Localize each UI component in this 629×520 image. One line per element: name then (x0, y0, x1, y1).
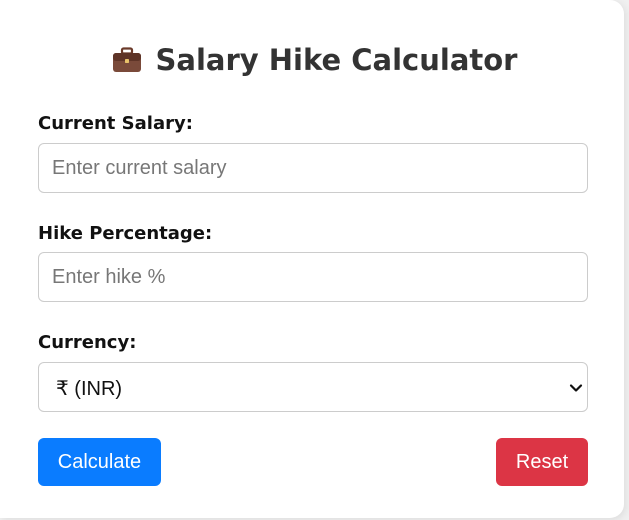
currency-label: Currency: (38, 332, 137, 353)
briefcase-icon (112, 47, 141, 72)
current-salary-input[interactable] (38, 143, 588, 193)
page-title-text: Salary Hike Calculator (155, 43, 518, 77)
chevron-down-icon (569, 384, 583, 392)
calculate-button[interactable]: Calculate (38, 438, 161, 486)
hike-percentage-input[interactable] (38, 252, 588, 302)
hike-percentage-label: Hike Percentage: (38, 223, 213, 244)
currency-selected-value: ₹ (INR) (56, 378, 123, 400)
calculator-card: Salary Hike Calculator Current Salary: H… (0, 0, 624, 518)
current-salary-label: Current Salary: (38, 113, 193, 134)
page-title: Salary Hike Calculator (0, 40, 629, 80)
currency-select[interactable]: ₹ (INR) (38, 362, 588, 412)
reset-button[interactable]: Reset (496, 438, 588, 486)
